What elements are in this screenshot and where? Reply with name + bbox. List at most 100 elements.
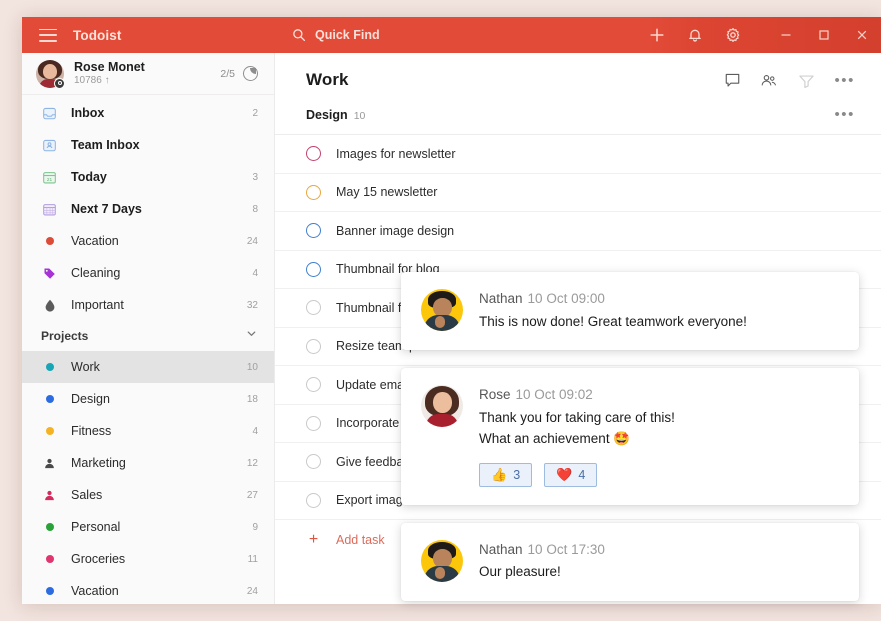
share-people-icon[interactable] [760, 71, 778, 89]
group-more-options[interactable]: ••• [834, 107, 855, 122]
main-header-actions: ••• [723, 71, 855, 89]
user-karma: 10786 ↑ [74, 75, 110, 87]
task-row[interactable]: May 15 newsletter [275, 174, 881, 212]
sidebar-item-today[interactable]: 21 Today 3 [22, 161, 274, 193]
task-checkbox-icon[interactable] [306, 377, 321, 393]
user-name: Rose Monet [74, 60, 145, 75]
label-drop-icon [41, 299, 58, 312]
heart-reaction[interactable]: ❤️ 4 [544, 462, 598, 487]
quick-find-search[interactable]: Quick Find [277, 17, 649, 53]
notifications-bell-icon[interactable] [687, 27, 703, 43]
sidebar-item-cleaning-label[interactable]: Cleaning 4 [22, 257, 274, 289]
task-checkbox-icon[interactable] [306, 492, 321, 508]
comments-icon[interactable] [723, 71, 741, 89]
main-header-more-options[interactable]: ••• [834, 73, 855, 88]
sidebar-item-team-inbox[interactable]: Team Inbox [22, 129, 274, 161]
comment-body: Nathan 10 Oct 17:30 Our pleasure! [479, 540, 839, 583]
task-checkbox-icon[interactable] [306, 454, 321, 470]
shared-project-person-icon [41, 489, 58, 502]
sidebar-item-label: Today [71, 170, 107, 184]
task-checkbox-icon[interactable] [306, 415, 321, 431]
sidebar-item-important-label[interactable]: Important 32 [22, 289, 274, 321]
project-dot-icon [41, 427, 58, 435]
user-profile-row[interactable]: Rose Monet 10786 ↑ 2/5 [22, 53, 274, 95]
task-row[interactable]: Images for newsletter [275, 135, 881, 174]
comment-author: Nathan [479, 291, 523, 306]
sidebar-item-label: Next 7 Days [71, 202, 142, 216]
sidebar-item-count: 11 [247, 553, 258, 565]
sidebar-item-label: Important [71, 298, 124, 312]
heart-icon: ❤️ [556, 467, 573, 483]
task-checkbox-icon[interactable] [306, 338, 321, 354]
comment-card[interactable]: Nathan 10 Oct 17:30 Our pleasure! [401, 522, 859, 602]
sidebar-item-inbox[interactable]: Inbox 2 [22, 97, 274, 129]
window-controls [767, 17, 881, 53]
add-icon[interactable] [649, 27, 665, 43]
sidebar-item-sales[interactable]: Sales 27 [22, 479, 274, 511]
thumbs-up-reaction[interactable]: 👍 3 [479, 462, 533, 487]
main-header: Work ••• [275, 53, 881, 107]
task-checkbox-icon[interactable] [306, 146, 321, 162]
sidebar-item-marketing[interactable]: Marketing 12 [22, 447, 274, 479]
sidebar-item-count: 4 [252, 267, 258, 279]
comment-body: Rose 10 Oct 09:02 Thank you for taking ca… [479, 385, 839, 487]
comment-card[interactable]: Nathan 10 Oct 09:00 This is now done! Gre… [401, 272, 859, 351]
sidebar-item-count: 10 [246, 361, 258, 373]
task-checkbox-icon[interactable] [306, 223, 321, 239]
progress-pie-icon [243, 66, 258, 81]
task-row[interactable]: Banner image design [275, 212, 881, 251]
comment-text-line: Our pleasure! [479, 564, 561, 580]
avatar[interactable] [36, 59, 65, 89]
sidebar-item-next-7-days[interactable]: Next 7 Days 8 [22, 193, 274, 225]
daily-goal-progress: 2/5 [220, 67, 235, 80]
sidebar-item-count: 27 [246, 489, 258, 501]
maximize-button[interactable] [805, 17, 843, 53]
close-button[interactable] [843, 17, 881, 53]
comment-card[interactable]: Rose 10 Oct 09:02 Thank you for taking ca… [401, 368, 859, 505]
app-brand-todoist: Todoist [73, 27, 122, 43]
settings-gear-icon[interactable] [725, 27, 741, 43]
thumbs-up-icon: 👍 [491, 467, 508, 483]
sidebar-item-count: 24 [246, 235, 258, 247]
search-icon [292, 28, 306, 42]
task-label: Images for newsletter [336, 146, 456, 161]
sidebar-item-groceries[interactable]: Groceries 11 [22, 543, 274, 575]
task-label: Banner image design [336, 223, 455, 238]
hamburger-icon[interactable] [39, 28, 57, 42]
sidebar-item-vacation-filter[interactable]: Vacation 24 [22, 225, 274, 257]
inbox-icon [41, 106, 58, 121]
title-bar-left: Todoist [22, 17, 277, 53]
projects-section-header[interactable]: Projects [22, 321, 274, 351]
filter-icon[interactable] [797, 71, 815, 89]
sidebar-item-label: Cleaning [71, 266, 121, 280]
group-count: 10 [353, 110, 366, 122]
nathan-avatar [421, 539, 463, 582]
sidebar-item-fitness[interactable]: Fitness 4 [22, 415, 274, 447]
comment-author: Rose [479, 387, 511, 403]
reaction-count: 3 [513, 467, 521, 482]
comment-meta: Nathan 10 Oct 09:00 [479, 290, 839, 308]
title-bar: Todoist Quick Find [22, 17, 881, 53]
sidebar-item-personal[interactable]: Personal 9 [22, 511, 274, 543]
sidebar-item-label: Groceries [71, 552, 126, 566]
sidebar-item-design[interactable]: Design 18 [22, 383, 274, 415]
sidebar-item-count: 3 [252, 171, 258, 183]
comment-text-line: What an achievement 🤩 [479, 430, 631, 446]
chevron-down-icon[interactable] [245, 327, 258, 345]
task-checkbox-icon[interactable] [306, 184, 321, 200]
sidebar-nav-list: Inbox 2 Team Inbox 21 Today 3 Next 7 Day… [22, 95, 274, 604]
sidebar-item-work[interactable]: Work 10 [22, 351, 274, 383]
minimize-button[interactable] [767, 17, 805, 53]
sidebar-item-vacation-project[interactable]: Vacation 24 [22, 575, 274, 604]
task-checkbox-icon[interactable] [306, 261, 321, 277]
verified-badge-icon [54, 77, 65, 89]
comment-time: 10 Oct 09:00 [527, 291, 605, 306]
project-dot-icon [41, 363, 58, 371]
task-checkbox-icon[interactable] [306, 300, 321, 316]
sidebar-item-label: Sales [71, 488, 103, 502]
project-dot-icon [41, 587, 58, 595]
next-7-days-icon [41, 202, 58, 217]
title-bar-actions [649, 27, 767, 43]
project-dot-icon [41, 395, 58, 403]
project-dot-icon [41, 555, 58, 563]
